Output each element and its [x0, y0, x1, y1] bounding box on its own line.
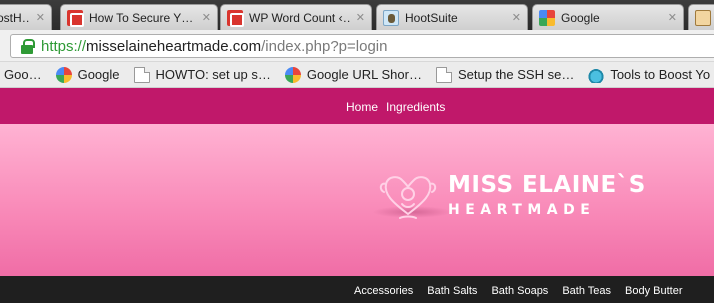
bookmark-label: Google URL Shor…	[306, 67, 422, 82]
tab-close-icon[interactable]: ✕	[202, 11, 211, 24]
page-icon	[133, 66, 150, 83]
url-host: misselaineheartmade.com	[86, 37, 262, 55]
bookmark-item[interactable]: Goo…	[4, 67, 42, 82]
category-accessories[interactable]: Accessories	[354, 285, 413, 297]
tab-close-icon[interactable]: ✕	[356, 11, 365, 24]
google-icon	[284, 66, 301, 83]
tab-notebook[interactable]	[688, 4, 714, 30]
tab-close-icon[interactable]: ✕	[512, 11, 521, 24]
tab-close-icon[interactable]: ✕	[668, 11, 677, 24]
bookmark-item[interactable]: HOWTO: set up s…	[133, 66, 271, 83]
tab-title: ostH…	[0, 10, 30, 25]
address-bar: https://misselaineheartmade.com/index.ph…	[0, 30, 714, 62]
url-input[interactable]: https://misselaineheartmade.com/index.ph…	[10, 34, 714, 58]
google-icon	[55, 66, 72, 83]
bookmark-item[interactable]: Google	[55, 66, 120, 83]
category-bar: Accessories Bath Salts Bath Soaps Bath T…	[0, 276, 714, 303]
category-bath-salts[interactable]: Bath Salts	[427, 285, 477, 297]
tab-title: Google	[561, 10, 600, 25]
url-path: /index.php?p=login	[261, 37, 388, 55]
tab-wp-word-count[interactable]: WP Word Count ‹… ✕	[220, 4, 372, 30]
tab-how-to-secure[interactable]: How To Secure Y… ✕	[60, 4, 218, 30]
bookmark-item[interactable]: Tools to Boost Yo	[588, 66, 711, 83]
category-body-butter[interactable]: Body Butter	[625, 285, 682, 297]
bookmark-label: Setup the SSH se…	[457, 67, 575, 82]
tab-close-icon[interactable]: ✕	[36, 11, 45, 24]
nav-link-ingredients[interactable]: Ingredients	[386, 100, 445, 114]
url-scheme: https://	[41, 37, 87, 55]
tab-title: HootSuite	[405, 10, 458, 25]
site-top-nav: Home Ingredients	[0, 88, 714, 124]
tab-title: WP Word Count ‹…	[249, 10, 350, 25]
bookmark-label: HOWTO: set up s…	[155, 67, 271, 82]
logo-name[interactable]: MISS ELAINE`S	[448, 172, 646, 198]
hootsuite-icon	[383, 9, 399, 26]
lock-icon	[21, 38, 35, 54]
nav-link-home[interactable]: Home	[346, 100, 378, 114]
bookmark-label: Google	[77, 67, 120, 82]
tab-google[interactable]: Google ✕	[532, 4, 684, 30]
tab-title: How To Secure Y…	[89, 10, 194, 25]
page-icon	[435, 66, 452, 83]
drop-icon	[588, 66, 605, 83]
heart-logo-icon[interactable]	[378, 170, 438, 222]
google-icon	[539, 9, 555, 26]
blogger-icon	[67, 9, 84, 27]
bookmark-item[interactable]: Google URL Shor…	[284, 66, 422, 83]
blogger-icon	[227, 9, 244, 27]
logo-subtitle[interactable]: HEARTMADE	[448, 202, 595, 218]
notebook-icon	[695, 9, 711, 26]
tab-hoothootsuite[interactable]: ostH… ✕	[0, 4, 52, 30]
tab-strip: ostH… ✕ How To Secure Y… ✕ WP Word Count…	[0, 0, 714, 30]
bookmarks-bar: Goo… Google HOWTO: set up s… Google URL …	[0, 62, 714, 88]
header-banner	[0, 124, 714, 276]
bookmark-label: Goo…	[4, 67, 42, 82]
bookmark-item[interactable]: Setup the SSH se…	[435, 66, 575, 83]
category-bath-teas[interactable]: Bath Teas	[562, 285, 611, 297]
category-bath-soaps[interactable]: Bath Soaps	[491, 285, 548, 297]
tab-hootsuite[interactable]: HootSuite ✕	[376, 4, 528, 30]
bookmark-label: Tools to Boost Yo	[610, 67, 711, 82]
